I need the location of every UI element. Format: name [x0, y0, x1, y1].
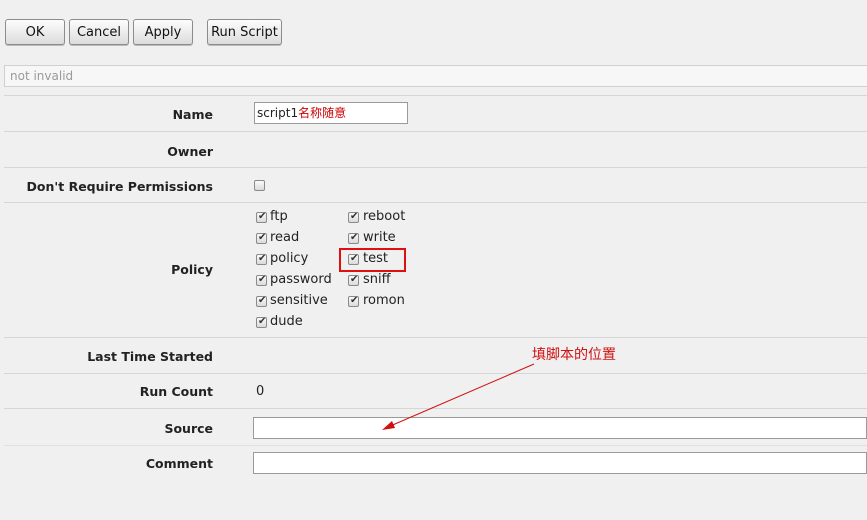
annotation-arrow — [382, 363, 535, 430]
arrow-line — [387, 363, 535, 428]
arrow-head-icon — [382, 421, 395, 430]
